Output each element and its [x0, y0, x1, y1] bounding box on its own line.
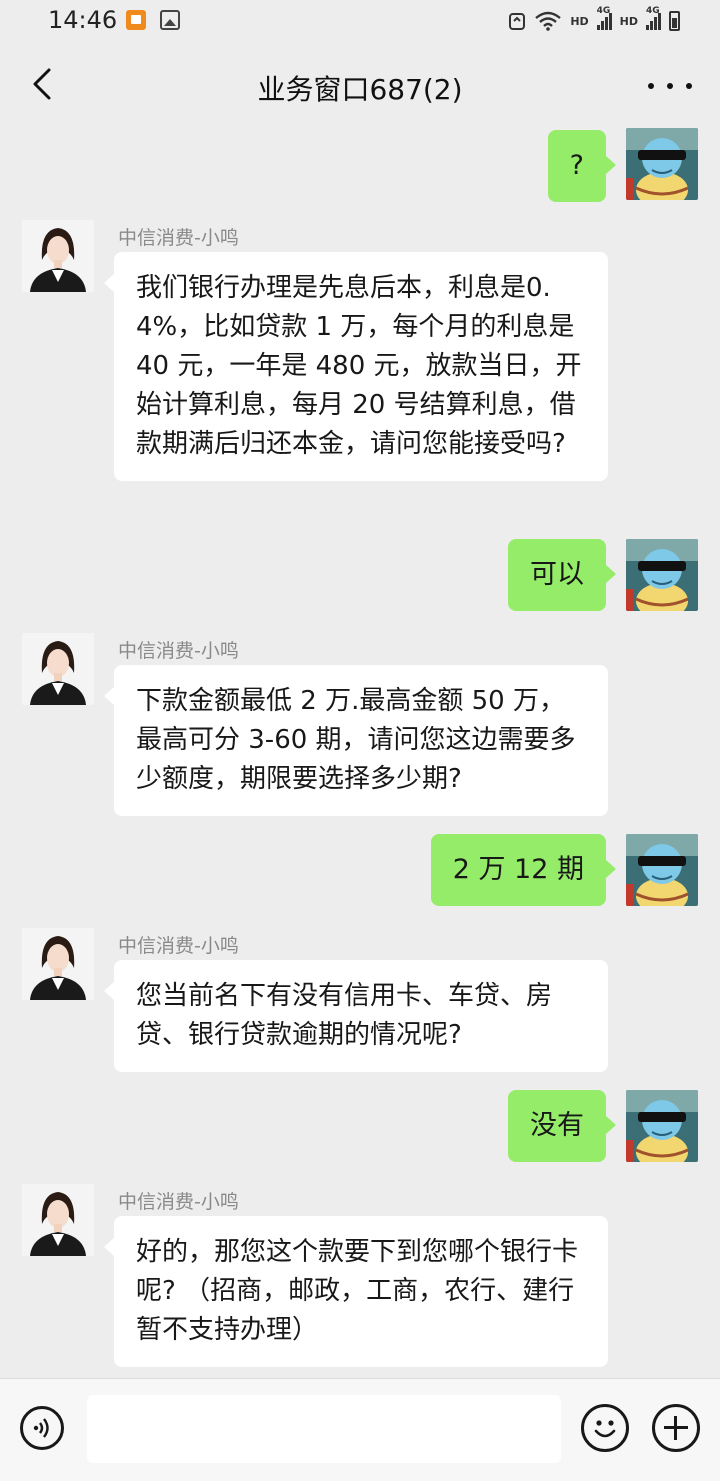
contact-avatar[interactable] — [22, 633, 94, 705]
contact-photo-icon — [22, 1184, 94, 1256]
signal-1-label: HD — [570, 14, 589, 28]
sender-name: 中信消费-小鸣 — [118, 1191, 239, 1213]
data-saver-icon — [509, 13, 526, 30]
gallery-icon — [160, 10, 180, 30]
sender-name: 中信消费-小鸣 — [118, 227, 239, 249]
message-input[interactable] — [87, 1395, 561, 1463]
contact-photo-icon — [22, 220, 94, 292]
squirtle-avatar-icon — [626, 834, 698, 906]
message-list[interactable]: ? 中信消费-小鸣 我们银行办理是先息后本，利息是0.4%，比如贷款 1 万，每… — [0, 128, 720, 1378]
status-bar: 14:46 HD 4G HD 4G — [0, 0, 720, 42]
my-avatar[interactable] — [626, 539, 698, 611]
more-functions-button[interactable] — [652, 1404, 700, 1452]
emoji-icon — [594, 1420, 616, 1438]
sent-message[interactable]: 可以 — [508, 539, 616, 611]
contact-avatar[interactable] — [22, 928, 94, 1000]
my-avatar[interactable] — [626, 1090, 698, 1162]
signal-1: 4G — [596, 6, 612, 30]
sent-message[interactable]: 没有 — [508, 1090, 616, 1162]
my-avatar[interactable] — [626, 834, 698, 906]
received-message[interactable]: 您当前名下有没有信用卡、车贷、房贷、银行贷款逾期的情况呢? — [104, 960, 608, 1072]
input-bar — [0, 1378, 720, 1481]
status-time: 14:46 — [48, 6, 118, 34]
sender-name: 中信消费-小鸣 — [118, 640, 239, 662]
more-button[interactable] — [648, 68, 692, 104]
sender-name: 中信消费-小鸣 — [118, 935, 239, 957]
more-dot — [686, 83, 692, 89]
wifi-icon — [535, 11, 562, 31]
received-message[interactable]: 我们银行办理是先息后本，利息是0.4%，比如贷款 1 万，每个月的利息是 40 … — [104, 252, 608, 481]
contact-avatar[interactable] — [22, 220, 94, 292]
app-notification-icon — [126, 10, 146, 30]
squirtle-avatar-icon — [626, 539, 698, 611]
squirtle-avatar-icon — [626, 1090, 698, 1162]
sent-message[interactable]: ? — [547, 130, 617, 202]
my-avatar[interactable] — [626, 128, 698, 200]
voice-input-icon — [33, 1418, 49, 1438]
emoji-button[interactable] — [581, 1404, 629, 1452]
status-indicators: HD 4G HD 4G — [508, 6, 680, 34]
signal-2-tech: 4G — [646, 6, 660, 16]
contact-photo-icon — [22, 928, 94, 1000]
contact-avatar[interactable] — [22, 1184, 94, 1256]
chat-title: 业务窗口687(2) — [257, 73, 463, 106]
chat-header: 业务窗口687(2) — [0, 42, 720, 128]
signal-2-label: HD — [619, 14, 638, 28]
received-message[interactable]: 下款金额最低 2 万.最高金额 50 万，最高可分 3-60 期，请问您这边需要… — [104, 665, 608, 816]
voice-input-button[interactable] — [20, 1406, 64, 1450]
squirtle-avatar-icon — [626, 128, 698, 200]
sent-message[interactable]: 2 万 12 期 — [430, 834, 617, 906]
more-dot — [667, 83, 673, 89]
battery-charging-icon — [669, 11, 680, 31]
signal-2: 4G — [646, 6, 661, 30]
received-message[interactable]: 好的，那您这个款要下到您哪个银行卡呢? （招商，邮政，工商，农行、建行暂不支持办… — [104, 1216, 608, 1367]
more-dots-icon — [648, 83, 654, 89]
contact-photo-icon — [22, 633, 94, 705]
signal-1-tech: 4G — [596, 6, 611, 16]
